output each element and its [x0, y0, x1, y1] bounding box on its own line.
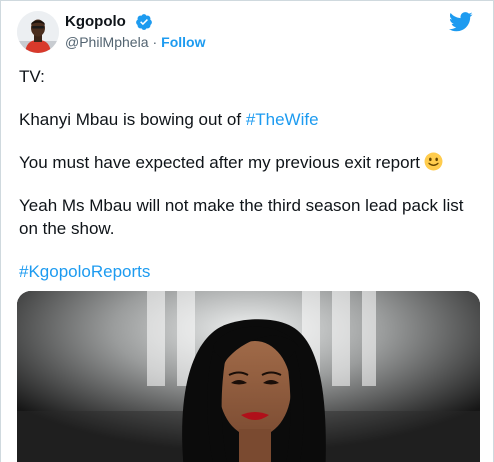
tweet-line-khanyi: Khanyi Mbau is bowing out of #TheWife	[19, 108, 479, 131]
hashtag-kgopoloreports-link[interactable]: #KgopoloReports	[19, 262, 150, 281]
tweet-line-khanyi-text: Khanyi Mbau is bowing out of	[19, 110, 246, 129]
hashtag-thewife-link[interactable]: #TheWife	[246, 110, 319, 129]
author-handle[interactable]: @PhilMphela	[65, 34, 148, 50]
author-display-name[interactable]: Kgopolo	[65, 13, 126, 31]
slightly-smiling-face-icon	[424, 152, 443, 171]
tweet-line-hashtag: #KgopoloReports	[19, 260, 479, 283]
author-avatar[interactable]	[17, 11, 59, 53]
author-handle-line: @PhilMphela · Follow	[65, 33, 205, 51]
tweet-line-expected: You must have expected after my previous…	[19, 151, 479, 174]
tweet-card: Kgopolo @PhilMphela · Follow TV: Khanyi Mb…	[0, 0, 494, 462]
tweet-line-tv: TV:	[19, 67, 45, 86]
tweet-line-third-season: Yeah Ms Mbau will not make the third sea…	[19, 196, 464, 238]
tweet-media-photo[interactable]	[17, 291, 480, 462]
twitter-bird-icon[interactable]	[449, 12, 473, 32]
verified-badge-icon	[136, 14, 152, 30]
tweet-body: TV: Khanyi Mbau is bowing out of #TheWif…	[19, 65, 479, 303]
tweet-line-expected-text: You must have expected after my previous…	[19, 153, 420, 172]
follow-button[interactable]: Follow	[161, 34, 205, 50]
separator-dot: ·	[152, 34, 158, 50]
